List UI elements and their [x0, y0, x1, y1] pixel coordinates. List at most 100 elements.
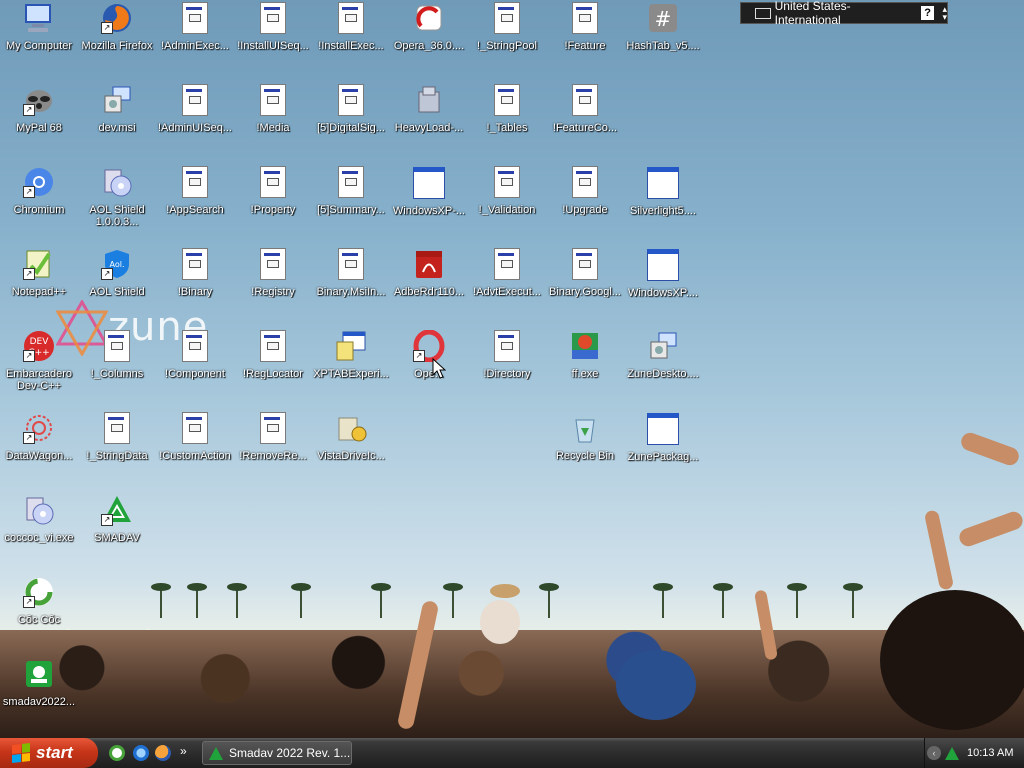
desktop-icon-stringdata[interactable]: !_StringData — [78, 410, 156, 488]
desktop-icon-opera-installer[interactable]: Opera_36.0.... — [390, 0, 468, 78]
desktop-icon-zunepackag[interactable]: ZunePackag... — [624, 410, 702, 488]
desktop-icon-zunedesktop[interactable]: ZuneDeskto.... — [624, 328, 702, 406]
recycle-bin-icon — [569, 412, 601, 444]
desktop-icon-chromium[interactable]: ↗ Chromium — [0, 164, 78, 242]
internet-explorer-icon[interactable] — [133, 745, 149, 761]
desktop-icon-opera[interactable]: ↗ Ope... — [390, 328, 468, 406]
language-bar-options-icon[interactable]: ▴ ▾ — [942, 5, 947, 22]
system-tray: ‹ 10:13 AM — [924, 738, 1024, 768]
desktop-icon-heavyload[interactable]: HeavyLoad-... — [390, 82, 468, 160]
desktop-icon-appsearch[interactable]: !AppSearch — [156, 164, 234, 242]
desktop-icon-adminuiseq[interactable]: !AdminUISeq... — [156, 82, 234, 160]
adobe-reader-icon — [413, 248, 445, 280]
msi-installer-icon — [101, 84, 133, 116]
desktop-icon-hashtab[interactable]: # HashTab_v5.... — [624, 0, 702, 78]
desktop-icon-firefox[interactable]: ↗ Mozilla Firefox — [78, 0, 156, 78]
desktop-icon-registry[interactable]: !Registry — [234, 246, 312, 324]
desktop-icon-upgrade[interactable]: !Upgrade — [546, 164, 624, 242]
wallpaper-palm — [227, 583, 247, 618]
shortcut-arrow-icon: ↗ — [23, 104, 35, 116]
desktop-icon-digitalsig[interactable]: [5]DigitalSig... — [312, 82, 390, 160]
mypal-raccoon-icon: ↗ — [23, 84, 55, 116]
desktop-icon-coccoc-installer[interactable]: coccoc_vi.exe — [0, 492, 78, 570]
desktop-icon-media[interactable]: !Media — [234, 82, 312, 160]
document-icon — [491, 248, 523, 280]
taskbar: start » Smadav 2022 Rev. 1... ‹ 10:13 AM — [0, 738, 1024, 768]
shortcut-arrow-icon: ↗ — [413, 350, 425, 362]
firefox-icon: ↗ — [101, 2, 133, 34]
desktop-icon-aol-shield[interactable]: Aol. ↗ AOL Shield — [78, 246, 156, 324]
desktop-icon-validation[interactable]: !_Validation — [468, 164, 546, 242]
notepad-plus-plus-icon: ↗ — [23, 248, 55, 280]
desktop-icon-installexec[interactable]: !InstallExec... — [312, 0, 390, 78]
wallpaper-palm — [843, 583, 863, 618]
wallpaper-person — [616, 650, 696, 720]
language-bar[interactable]: United States-International ? ▴ ▾ — [740, 0, 948, 27]
wallpaper-person — [480, 600, 520, 644]
desktop-icon-advtexecut[interactable]: !AdvtExecut... — [468, 246, 546, 324]
desktop-icon-silverlight[interactable]: Silverlight5.... — [624, 164, 702, 242]
desktop-icon-xptabexperi[interactable]: XPTABExperi... — [312, 328, 390, 406]
document-icon — [257, 2, 289, 34]
desktop-icon-removere[interactable]: !RemoveRe... — [234, 410, 312, 488]
desktop-icon-notepad-plus-plus[interactable]: ↗ Notepad++ — [0, 246, 78, 324]
desktop-icon-dev-msi[interactable]: dev.msi — [78, 82, 156, 160]
document-icon — [491, 330, 523, 362]
desktop-icon-columns[interactable]: !_Columns — [78, 328, 156, 406]
desktop-icon-installuiseq[interactable]: !InstallUISeq... — [234, 0, 312, 78]
mouse-cursor-icon — [432, 358, 446, 379]
desktop-icon-smadav-installer[interactable]: smadav2022... — [0, 656, 78, 734]
document-icon — [179, 166, 211, 198]
coccoc-icon: ↗ — [23, 576, 55, 608]
desktop-icon-recycle-bin[interactable]: Recycle Bin — [546, 410, 624, 488]
desktop-icon-mypal[interactable]: ↗ MyPal 68 — [0, 82, 78, 160]
start-button[interactable]: start — [0, 738, 98, 768]
desktop-icon-datawagon[interactable]: ↗ DataWagon... — [0, 410, 78, 488]
shortcut-arrow-icon: ↗ — [23, 350, 35, 362]
desktop-icon-windowsxp-2[interactable]: WindowsXP.... — [624, 246, 702, 324]
taskbar-button-smadav[interactable]: Smadav 2022 Rev. 1... — [202, 741, 352, 765]
desktop-icon-reglocator[interactable]: !RegLocator — [234, 328, 312, 406]
desktop-icon-binary-googl[interactable]: Binary.Googl... — [546, 246, 624, 324]
document-icon — [179, 84, 211, 116]
tray-expand-icon[interactable]: ‹ — [927, 746, 941, 760]
document-icon — [491, 166, 523, 198]
wallpaper-hand — [956, 509, 1024, 549]
clock[interactable]: 10:13 AM — [967, 747, 1013, 759]
help-icon[interactable]: ? — [920, 6, 935, 20]
desktop-icon-stringpool[interactable]: !_StringPool — [468, 0, 546, 78]
desktop-icon-dev-cpp[interactable]: DEV C++ ↗ Embarcadero Dev-C++ — [0, 328, 78, 406]
desktop-icon-customaction[interactable]: !CustomAction — [156, 410, 234, 488]
desktop-icon-feature[interactable]: !Feature — [546, 0, 624, 78]
smadav-tray-icon[interactable] — [945, 746, 959, 760]
desktop-icon-smadav[interactable]: ↗ SMADAV — [78, 492, 156, 570]
desktop-icon-property[interactable]: !Property — [234, 164, 312, 242]
coccoc-icon[interactable] — [109, 745, 125, 761]
wallpaper-palm — [291, 583, 311, 618]
desktop-icon-tables[interactable]: !_Tables — [468, 82, 546, 160]
desktop-icon-ff-exe[interactable]: ff.exe — [546, 328, 624, 406]
desktop-icon-windowsxp-1[interactable]: WindowsXP-... — [390, 164, 468, 242]
desktop-icon-adminexec[interactable]: !AdminExec... — [156, 0, 234, 78]
language-label[interactable]: United States-International — [775, 0, 913, 27]
document-icon — [491, 84, 523, 116]
desktop-icon-my-computer[interactable]: My Computer — [0, 0, 78, 78]
document-icon — [257, 330, 289, 362]
desktop-icon-aol-shield-installer[interactable]: AOL Shield 1.0.0.3... — [78, 164, 156, 242]
firefox-icon[interactable] — [155, 745, 171, 761]
wallpaper-palm — [787, 583, 807, 618]
desktop-icon-coccoc[interactable]: ↗ Cốc Cốc — [0, 574, 78, 652]
quick-launch-overflow-icon[interactable]: » — [180, 744, 187, 758]
wallpaper-person — [880, 590, 1024, 730]
desktop-icon-featureco[interactable]: !FeatureCo... — [546, 82, 624, 160]
desktop-icon-vistadriveic[interactable]: VistaDriveIc... — [312, 410, 390, 488]
desktop-icon-adberdr[interactable]: AdbeRdr110... — [390, 246, 468, 324]
desktop-icon-component[interactable]: !Component — [156, 328, 234, 406]
desktop-icon-directory[interactable]: !Directory — [468, 328, 546, 406]
desktop[interactable]: zune My Computer ↗ MyPal 68 ↗ Chromium ↗… — [0, 0, 1024, 738]
desktop-icon-binary-msiin[interactable]: Binary.MsiIn... — [312, 246, 390, 324]
document-icon — [179, 330, 211, 362]
smadav-icon — [209, 746, 223, 760]
desktop-icon-summary[interactable]: [5]Summary... — [312, 164, 390, 242]
desktop-icon-binary[interactable]: !Binary — [156, 246, 234, 324]
